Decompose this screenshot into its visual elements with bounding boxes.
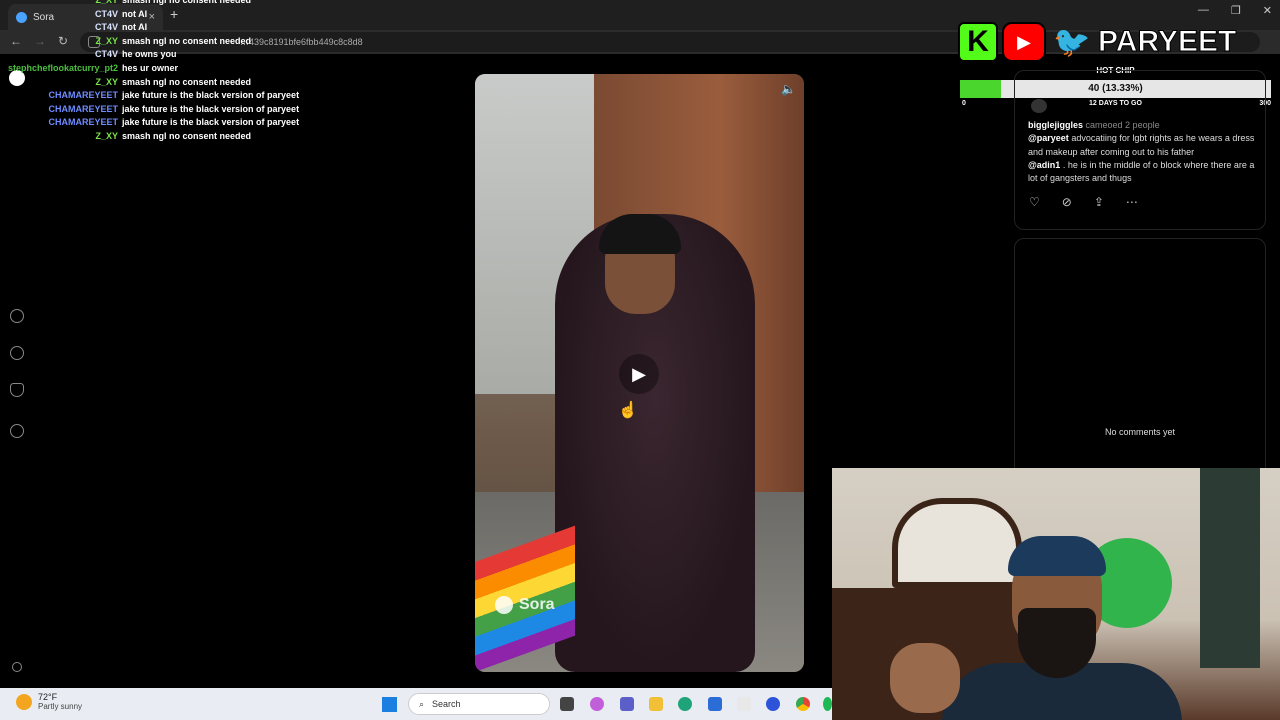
chat-username: CT4V xyxy=(94,8,118,19)
temperature: 72°F xyxy=(38,692,58,702)
chat-message: Z_XY smash ngl no consent needed xyxy=(0,76,300,90)
kick-logo-icon: K xyxy=(958,22,998,62)
webcam-feed xyxy=(832,468,1280,720)
search-icon[interactable] xyxy=(10,346,24,360)
watermark-text: Sora xyxy=(519,596,555,613)
chat-text: smash ngl no consent needed xyxy=(122,35,252,46)
cameo-text: cameoed 2 people xyxy=(1085,120,1160,130)
windows-taskbar: 72°F Partly sunny ⌕ Search xyxy=(0,688,832,720)
window-controls: — ❐ ✕ xyxy=(1198,4,1272,17)
chat-username: Z_XY xyxy=(95,130,118,141)
chat-message: CHAMAREYEET jake future is the black vers… xyxy=(0,103,300,117)
chat-username: CHAMAREYEET xyxy=(48,117,118,128)
chat-text: hes ur owner xyxy=(122,62,179,73)
taskbar-search[interactable]: ⌕ Search xyxy=(408,693,550,715)
chat-text: jake future is the black version of pary… xyxy=(122,117,300,128)
chat-text: smash ngl no consent needed xyxy=(122,130,252,141)
mouse-cursor-icon: ☝ xyxy=(618,402,638,419)
copilot-icon[interactable] xyxy=(590,697,604,711)
chat-username: Z_XY xyxy=(95,76,118,87)
settings-icon[interactable] xyxy=(12,662,22,672)
weather-condition: Partly sunny xyxy=(38,702,83,711)
maximize-icon[interactable]: ❐ xyxy=(1231,4,1241,17)
chat-text: jake future is the black version of pary… xyxy=(122,90,300,101)
post-card: bigglejiggles cameoed 2 people @paryeet … xyxy=(1014,70,1266,230)
avatar[interactable] xyxy=(1031,99,1047,113)
sora-sidebar xyxy=(0,54,34,686)
comments-panel: No comments yet xyxy=(1014,238,1266,478)
teams-icon[interactable] xyxy=(620,697,634,711)
chat-username: CHAMAREYEET xyxy=(48,90,118,101)
chat-message: Z_XY smash ngl no consent needed xyxy=(0,35,300,49)
chat-username: CT4V xyxy=(94,22,118,33)
chat-username: Z_XY xyxy=(95,0,118,5)
chat-message: CT4V not AI xyxy=(0,8,300,22)
minimize-icon[interactable]: — xyxy=(1198,4,1209,17)
chat-text: he owns you xyxy=(122,49,177,60)
share-icon[interactable]: ⇪ xyxy=(1094,195,1104,209)
search-icon: ⌕ xyxy=(419,698,425,709)
chat-text: jake future is the black version of pary… xyxy=(122,103,300,114)
post-text-2: . he is in the middle of o block where t… xyxy=(1028,159,1255,184)
mention-link[interactable]: @adin1 xyxy=(1028,160,1060,170)
more-icon[interactable]: ⋯ xyxy=(1126,195,1138,209)
chat-message: Z_XY smash ngl no consent needed xyxy=(0,0,300,8)
chat-text: smash ngl no consent needed xyxy=(122,76,252,87)
chat-message: stephcheflookatcurry_pt2 hes ur owner xyxy=(0,62,300,76)
close-window-icon[interactable]: ✕ xyxy=(1263,4,1272,17)
edge-icon[interactable] xyxy=(678,697,692,711)
search-placeholder: Search xyxy=(432,699,461,709)
chat-username: Z_XY xyxy=(95,35,118,46)
bell-icon[interactable] xyxy=(10,383,24,397)
sora-logo-icon xyxy=(495,596,513,614)
post-actions: ♡ ⊘ ⇪ ⋯ xyxy=(1029,195,1138,209)
twitter-icon: 🐦 xyxy=(1053,25,1091,59)
chat-username: CT4V xyxy=(94,49,118,60)
stream-chat: Z_XY smash ngl no consent needed CT4V not A… xyxy=(0,0,300,144)
chat-message: CT4V he owns you xyxy=(0,48,300,62)
play-circle-icon[interactable] xyxy=(10,309,24,323)
chat-text: smash ngl no consent needed xyxy=(122,0,252,5)
remix-icon[interactable]: ⊘ xyxy=(1062,195,1072,209)
post-username[interactable]: bigglejiggles xyxy=(1028,120,1083,130)
post-caption: bigglejiggles cameoed 2 people @paryeet … xyxy=(1028,119,1258,185)
weather-widget[interactable]: 72°F Partly sunny xyxy=(16,692,82,711)
chat-message: CHAMAREYEET jake future is the black vers… xyxy=(0,116,300,130)
mention-link[interactable]: @paryeet xyxy=(1028,133,1069,143)
app-icon[interactable] xyxy=(766,697,780,711)
profile-icon[interactable] xyxy=(10,424,24,438)
youtube-icon: ▶ xyxy=(1002,22,1046,62)
chrome-icon[interactable] xyxy=(796,697,810,711)
nba-icon[interactable] xyxy=(737,697,751,711)
no-comments-text: No comments yet xyxy=(1104,427,1176,437)
task-view-icon[interactable] xyxy=(560,697,574,711)
video-player[interactable]: 🔈 ▶ Sora xyxy=(475,74,804,672)
play-icon[interactable]: ▶ xyxy=(619,354,659,394)
speaker-icon[interactable]: 🔈 xyxy=(781,82,796,96)
heart-icon[interactable]: ♡ xyxy=(1029,195,1040,209)
store-icon[interactable] xyxy=(708,697,722,711)
chat-text: not AI xyxy=(122,8,148,19)
windows-start-icon[interactable] xyxy=(382,697,397,712)
sora-watermark: Sora xyxy=(495,596,555,614)
chat-text: not AI xyxy=(122,22,148,33)
chat-username: stephcheflookatcurry_pt2 xyxy=(7,62,118,73)
stream-banner: K ▶ 🐦 PARYEET xyxy=(958,20,1270,64)
chat-message: Z_XY smash ngl no consent needed xyxy=(0,130,300,144)
chat-username: CHAMAREYEET xyxy=(48,103,118,114)
chat-message: CHAMAREYEET jake future is the black vers… xyxy=(0,89,300,103)
file-explorer-icon[interactable] xyxy=(649,697,663,711)
weather-icon xyxy=(16,693,32,710)
chat-message: CT4V not AI xyxy=(0,21,300,35)
spotify-icon[interactable] xyxy=(823,697,832,711)
streamer-name: PARYEET xyxy=(1097,25,1237,59)
